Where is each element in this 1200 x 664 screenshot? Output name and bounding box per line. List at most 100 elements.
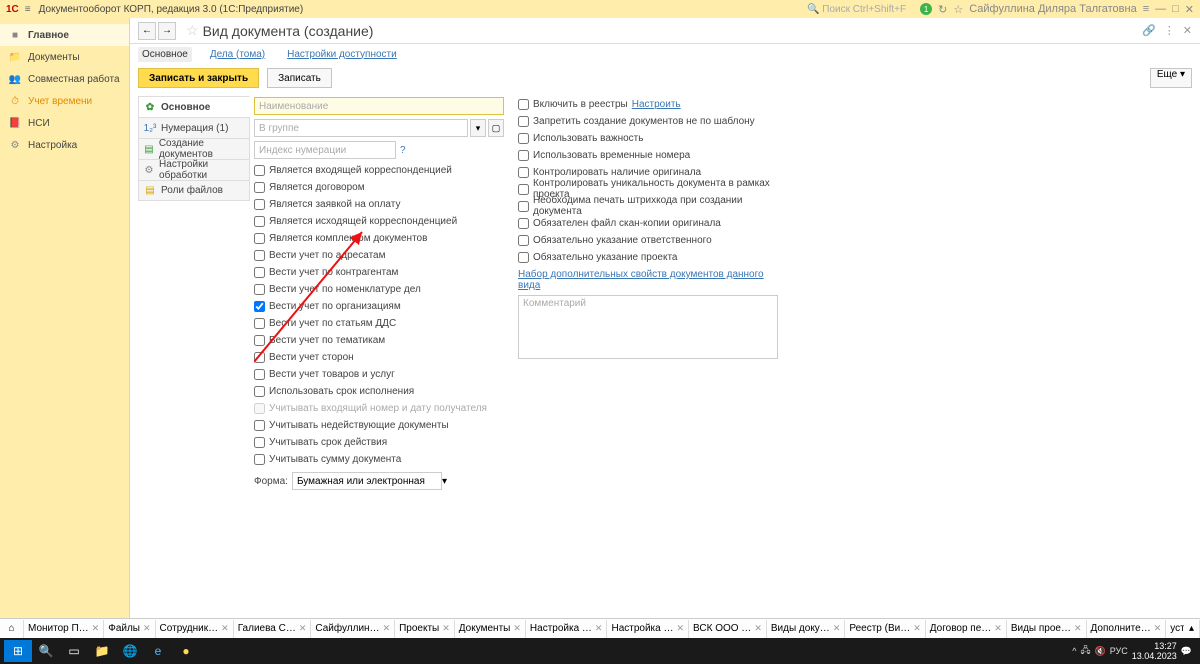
- wintab-home[interactable]: ⌂: [0, 620, 24, 638]
- check-right-2-box[interactable]: [518, 133, 529, 144]
- save-button[interactable]: Записать: [267, 68, 332, 88]
- wintab-2[interactable]: Сотрудник…✕: [156, 620, 234, 638]
- tb-tray-up[interactable]: ^: [1072, 646, 1076, 656]
- star-icon[interactable]: ☆: [953, 3, 963, 16]
- check-left-2-box[interactable]: [254, 199, 265, 210]
- check-left-7-box[interactable]: [254, 284, 265, 295]
- tb-search[interactable]: 🔍: [32, 640, 60, 662]
- wintab-11-close[interactable]: ✕: [913, 623, 921, 634]
- tb-explorer[interactable]: 📁: [88, 640, 116, 662]
- index-help-icon[interactable]: ?: [400, 145, 406, 156]
- check-right-0-link[interactable]: Настроить: [632, 99, 681, 110]
- check-left-9-box[interactable]: [254, 318, 265, 329]
- check-right-5-box[interactable]: [518, 184, 529, 195]
- index-input[interactable]: [254, 141, 396, 159]
- wintab-1[interactable]: Файлы✕: [104, 620, 155, 638]
- comment-textarea[interactable]: [518, 295, 778, 359]
- form-type-select[interactable]: Бумажная или электронная: [292, 472, 442, 490]
- check-left-6-box[interactable]: [254, 267, 265, 278]
- wintab-10[interactable]: Виды доку…✕: [767, 620, 846, 638]
- wintab-8[interactable]: Настройка …✕: [607, 620, 689, 638]
- tb-chrome[interactable]: 🌐: [116, 640, 144, 662]
- user-name[interactable]: Сайфуллина Диляра Талгатовна: [969, 3, 1136, 15]
- more-icon[interactable]: ≡: [1143, 3, 1149, 15]
- nav-forward-button[interactable]: →: [158, 22, 176, 40]
- wintab-8-close[interactable]: ✕: [676, 623, 684, 634]
- check-right-0-box[interactable]: [518, 99, 529, 110]
- tb-clock[interactable]: 13:2713.04.2023: [1132, 641, 1177, 661]
- minimize-icon[interactable]: —: [1155, 3, 1166, 15]
- check-left-13-box[interactable]: [254, 386, 265, 397]
- tb-tray-sound[interactable]: 🔇: [1094, 646, 1105, 657]
- wintab-6[interactable]: Документы✕: [455, 620, 526, 638]
- notif-badge[interactable]: 1: [920, 3, 932, 15]
- check-left-16-box[interactable]: [254, 437, 265, 448]
- wintab-7[interactable]: Настройка …✕: [526, 620, 608, 638]
- wintab-7-close[interactable]: ✕: [595, 623, 603, 634]
- subtab-main[interactable]: ✿Основное: [138, 96, 250, 117]
- wintab-1-close[interactable]: ✕: [143, 623, 151, 634]
- nav-teamwork[interactable]: 👥Совместная работа: [0, 68, 129, 90]
- wintab-12[interactable]: Договор пе…✕: [926, 620, 1007, 638]
- wintab-14-close[interactable]: ✕: [1154, 623, 1162, 634]
- check-right-8-box[interactable]: [518, 235, 529, 246]
- check-left-17-box[interactable]: [254, 454, 265, 465]
- check-right-1-box[interactable]: [518, 116, 529, 127]
- check-right-6-box[interactable]: [518, 201, 529, 212]
- tb-tray-net[interactable]: 🖧: [1080, 643, 1090, 659]
- check-left-14-box[interactable]: [254, 403, 265, 414]
- wintab-0[interactable]: Монитор П…✕: [24, 620, 104, 638]
- wintab-15[interactable]: устав (Вид…✕: [1166, 620, 1184, 638]
- close-page-icon[interactable]: ✕: [1183, 24, 1192, 37]
- group-dropdown-button[interactable]: ▾: [470, 119, 486, 137]
- more-button[interactable]: Еще ▾: [1150, 68, 1192, 88]
- wintab-4-close[interactable]: ✕: [383, 623, 391, 634]
- wintab-9[interactable]: ВСК ООО …✕: [689, 620, 767, 638]
- history-icon[interactable]: ↻: [938, 3, 947, 16]
- check-right-4-box[interactable]: [518, 167, 529, 178]
- check-left-5-box[interactable]: [254, 250, 265, 261]
- check-right-7-box[interactable]: [518, 218, 529, 229]
- wintab-10-close[interactable]: ✕: [833, 623, 841, 634]
- tb-start[interactable]: ⊞: [4, 640, 32, 662]
- check-left-3-box[interactable]: [254, 216, 265, 227]
- tab-access[interactable]: Настройки доступности: [283, 47, 401, 62]
- wintab-3-close[interactable]: ✕: [299, 623, 307, 634]
- wintab-3[interactable]: Галиева С…✕: [234, 620, 312, 638]
- tab-cases[interactable]: Дела (тома): [206, 47, 269, 62]
- tab-main[interactable]: Основное: [138, 47, 192, 62]
- check-left-10-box[interactable]: [254, 335, 265, 346]
- wintab-12-close[interactable]: ✕: [994, 623, 1002, 634]
- check-left-12-box[interactable]: [254, 369, 265, 380]
- subtab-creation[interactable]: ▤Создание документов: [138, 138, 250, 159]
- wintab-0-close[interactable]: ✕: [92, 623, 100, 634]
- close-icon[interactable]: ✕: [1185, 3, 1194, 16]
- save-close-button[interactable]: Записать и закрыть: [138, 68, 259, 88]
- wintab-9-close[interactable]: ✕: [754, 623, 762, 634]
- check-left-1-box[interactable]: [254, 182, 265, 193]
- form-type-dropdown-button[interactable]: ▾: [442, 476, 447, 487]
- favorite-icon[interactable]: ☆: [186, 22, 199, 39]
- tb-lang[interactable]: РУС: [1110, 646, 1128, 656]
- wintab-scroll[interactable]: ▴: [1184, 620, 1200, 638]
- nav-main[interactable]: ■Главное: [0, 24, 129, 46]
- wintab-11[interactable]: Реестр (Ви…✕: [845, 620, 925, 638]
- group-input[interactable]: [254, 119, 468, 137]
- subtab-processing[interactable]: ⚙Настройки обработки: [138, 159, 250, 180]
- nav-documents[interactable]: 📁Документы: [0, 46, 129, 68]
- wintab-5-close[interactable]: ✕: [442, 623, 450, 634]
- tb-taskview[interactable]: ▭: [60, 640, 88, 662]
- extra-props-link[interactable]: Набор дополнительных свойств документов …: [518, 269, 778, 291]
- nav-time[interactable]: ⏱Учет времени: [0, 90, 129, 112]
- subtab-file-roles[interactable]: ▤Роли файлов: [138, 180, 250, 201]
- check-left-11-box[interactable]: [254, 352, 265, 363]
- nav-nsi[interactable]: 📕НСИ: [0, 112, 129, 134]
- wintab-2-close[interactable]: ✕: [221, 623, 229, 634]
- wintab-6-close[interactable]: ✕: [513, 623, 521, 634]
- burger-icon[interactable]: ≡: [25, 4, 31, 15]
- wintab-13[interactable]: Виды прое…✕: [1007, 620, 1087, 638]
- tb-1c[interactable]: ●: [172, 640, 200, 662]
- group-open-button[interactable]: ▢: [488, 119, 504, 137]
- menu-dots-icon[interactable]: ⋮: [1164, 24, 1175, 37]
- link-icon[interactable]: 🔗: [1142, 24, 1156, 37]
